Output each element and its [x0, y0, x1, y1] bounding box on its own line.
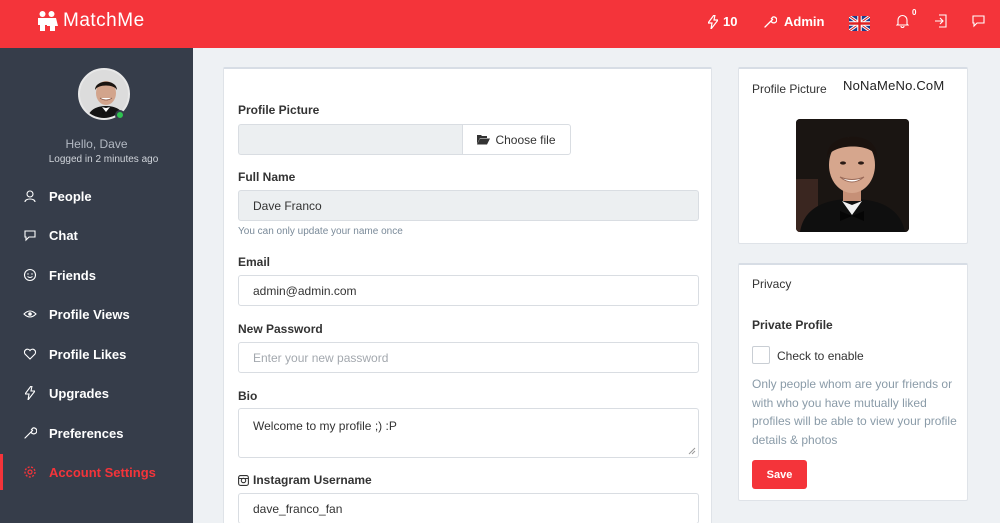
choose-file-label: Choose file [495, 132, 556, 147]
private-profile-label: Private Profile [752, 318, 833, 332]
instagram-icon [238, 474, 249, 486]
new-password-field[interactable]: Enter your new password [238, 342, 699, 373]
people-icon [23, 189, 37, 203]
privacy-card-title: Privacy [752, 277, 792, 291]
admin-label: Admin [784, 14, 825, 29]
notifications-button[interactable] [896, 14, 909, 28]
sidebar-item-chat[interactable]: Chat [0, 217, 193, 253]
sidebar-item-label: Chat [49, 227, 78, 243]
sidebar-item-label: Profile Likes [49, 346, 127, 362]
sidebar-item-upgrades[interactable]: Upgrades [0, 375, 193, 411]
greeting: Hello, Dave [65, 137, 128, 151]
privacy-description: Only people whom are your friends or wit… [752, 377, 957, 447]
uk-flag-icon [849, 16, 870, 31]
last-login-text: Logged in 2 minutes ago [48, 154, 159, 165]
bolt-icon [708, 14, 718, 29]
sidebar-item-label: Profile Views [49, 306, 130, 322]
save-button[interactable]: Save [752, 460, 807, 489]
gear-icon [23, 465, 37, 479]
instagram-label-text: Instagram Username [253, 473, 372, 487]
admin-link[interactable]: Admin [763, 14, 824, 29]
sidebar-item-label: People [49, 188, 92, 204]
sidebar-item-label: Friends [49, 267, 96, 283]
private-profile-checkbox[interactable] [752, 346, 770, 364]
instagram-field[interactable]: dave_franco_fan [238, 493, 699, 523]
profile-photo[interactable] [796, 119, 909, 232]
couple-icon [38, 11, 58, 31]
credits-counter[interactable]: 10 [708, 14, 737, 29]
chat-icon [23, 228, 37, 242]
language-selector[interactable] [849, 16, 870, 31]
full-name-label: Full Name [238, 170, 296, 184]
email-field[interactable]: admin@admin.com [238, 275, 699, 306]
profile-picture-card-title: Profile Picture [752, 82, 827, 96]
choose-file-button[interactable]: Choose file [462, 124, 571, 155]
full-name-hint: You can only update your name once [238, 226, 403, 237]
heart-icon [23, 347, 37, 361]
sidebar-item-profile-likes[interactable]: Profile Likes [0, 336, 193, 372]
sidebar-item-people[interactable]: People [0, 178, 193, 214]
folder-open-icon [477, 135, 491, 145]
sidebar-item-profile-views[interactable]: Profile Views [0, 296, 193, 332]
profile-picture-card: Profile Picture NoNaMeNo.CoM [738, 67, 968, 244]
messages-button[interactable] [971, 14, 986, 28]
sidebar: Hello, Dave Logged in 2 minutes ago Peop… [0, 48, 193, 523]
logout-icon [935, 14, 947, 28]
bolt-icon [23, 386, 37, 400]
app-name: MatchMe [63, 10, 145, 31]
profile-picture-label: Profile Picture [238, 103, 320, 117]
online-status-dot [115, 110, 125, 120]
instagram-label: Instagram Username [238, 473, 372, 487]
bio-text: Welcome to my profile ;) :P [253, 419, 397, 433]
email-label: Email [238, 255, 271, 269]
profile-picture-file-input[interactable]: Choose file [238, 124, 571, 155]
watermark-text: NoNaMeNo.CoM [843, 78, 945, 93]
bell-icon [896, 14, 909, 28]
credits-value: 10 [723, 14, 738, 29]
sidebar-item-account-settings[interactable]: Account Settings [0, 454, 193, 490]
sidebar-item-label: Preferences [49, 425, 124, 441]
sidebar-item-friends[interactable]: Friends [0, 257, 193, 293]
chat-bubble-icon [972, 15, 985, 28]
privacy-card: Privacy Private Profile Check to enable … [738, 263, 968, 501]
sidebar-item-label: Upgrades [49, 385, 109, 401]
eye-icon [23, 307, 37, 321]
logout-button[interactable] [934, 14, 948, 28]
account-settings-form: Profile Picture Choose file Full Name Da… [223, 67, 712, 523]
sidebar-item-label: Account Settings [49, 464, 156, 480]
smiley-icon [23, 268, 37, 282]
resize-handle-icon[interactable] [688, 447, 696, 455]
notification-badge: 0 [912, 8, 917, 17]
file-name-display[interactable] [238, 124, 462, 155]
wrench-icon [23, 426, 37, 440]
checkbox-label[interactable]: Check to enable [777, 349, 864, 363]
profile-photo-image [796, 119, 909, 232]
brand-logo[interactable]: MatchMe [36, 10, 145, 32]
sidebar-item-preferences[interactable]: Preferences [0, 415, 193, 451]
new-password-placeholder: Enter your new password [253, 351, 389, 365]
bio-label: Bio [238, 389, 258, 403]
new-password-label: New Password [238, 322, 323, 336]
full-name-field[interactable]: Dave Franco [238, 190, 699, 221]
top-navbar: MatchMe 10 Admin 0 [0, 0, 1000, 48]
bio-textarea[interactable]: Welcome to my profile ;) :P [238, 408, 699, 458]
wrench-icon [764, 15, 777, 28]
